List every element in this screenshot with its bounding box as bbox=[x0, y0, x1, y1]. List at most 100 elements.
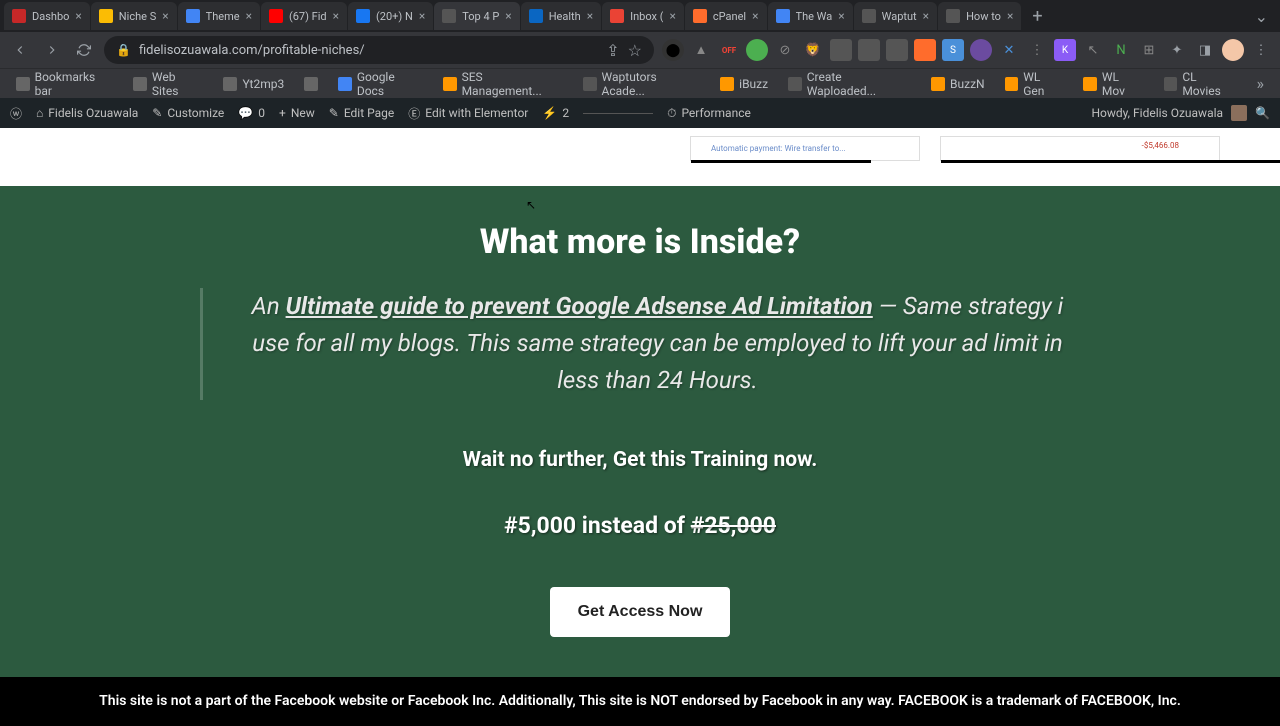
tab-close-icon[interactable]: × bbox=[1007, 9, 1013, 23]
wp-search-icon[interactable]: 🔍 bbox=[1255, 106, 1270, 120]
ext-icon-13[interactable]: ✕ bbox=[998, 39, 1020, 61]
wp-new[interactable]: +New bbox=[279, 106, 315, 120]
ext-icon-2[interactable]: ▲ bbox=[690, 39, 712, 61]
wp-performance[interactable]: ⏱Performance bbox=[667, 106, 751, 121]
get-access-button[interactable]: Get Access Now bbox=[550, 587, 731, 637]
bookmark-item[interactable]: Waptutors Acade... bbox=[575, 67, 708, 101]
wp-search-field[interactable] bbox=[583, 113, 653, 114]
bookmark-favicon bbox=[16, 77, 30, 91]
tab-close-icon[interactable]: × bbox=[162, 9, 168, 23]
bookmark-item[interactable]: Web Sites bbox=[125, 67, 211, 101]
bookmark-label: iBuzz bbox=[739, 77, 768, 91]
extensions-icon[interactable]: ✦ bbox=[1166, 39, 1188, 61]
browser-tab[interactable]: Health× bbox=[521, 2, 601, 30]
wp-admin-bar: ⓦ ⌂Fidelis Ozuawala ✎Customize 💬0 +New ✎… bbox=[0, 98, 1280, 128]
bookmark-item[interactable]: CL Movies bbox=[1156, 67, 1245, 101]
payment-box: Automatic payment: Wire transfer to... 💳 bbox=[690, 136, 920, 161]
tab-title: Waptut bbox=[882, 10, 917, 23]
menu-icon[interactable]: ⋮ bbox=[1250, 39, 1272, 61]
bookmark-label: Waptutors Acade... bbox=[602, 70, 701, 98]
tab-close-icon[interactable]: × bbox=[838, 9, 844, 23]
wp-comments[interactable]: 💬0 bbox=[238, 106, 265, 120]
bookmark-item[interactable]: Google Docs bbox=[330, 67, 431, 101]
bookmark-item[interactable]: Yt2mp3 bbox=[215, 74, 292, 94]
back-button[interactable] bbox=[8, 38, 32, 62]
wp-edit-page[interactable]: ✎Edit Page bbox=[329, 106, 395, 120]
wp-customize[interactable]: ✎Customize bbox=[152, 106, 224, 120]
ext-icon-4[interactable] bbox=[746, 39, 768, 61]
bookmark-label: BuzzN bbox=[950, 77, 985, 91]
wp-logo[interactable]: ⓦ bbox=[10, 105, 22, 122]
new-tab-button[interactable]: + bbox=[1022, 6, 1052, 27]
wp-elementor[interactable]: ⒺEdit with Elementor bbox=[408, 105, 528, 122]
tab-dropdown-icon[interactable]: ⌄ bbox=[1247, 7, 1276, 26]
ext-icon-17[interactable]: N bbox=[1110, 39, 1132, 61]
ext-icon-15[interactable]: K bbox=[1054, 39, 1076, 61]
bookmark-item[interactable]: Bookmarks bar bbox=[8, 67, 121, 101]
tab-close-icon[interactable]: × bbox=[669, 9, 675, 23]
bookmark-item[interactable] bbox=[296, 74, 326, 94]
browser-tab[interactable]: (20+) N× bbox=[348, 2, 433, 30]
tab-close-icon[interactable]: × bbox=[333, 9, 339, 23]
bookmark-item[interactable]: WL Gen bbox=[997, 67, 1072, 101]
bookmark-overflow-icon[interactable]: » bbox=[1249, 74, 1273, 93]
ext-icon-1[interactable]: ⬤ bbox=[662, 39, 684, 61]
ext-icon-18[interactable]: ⊞ bbox=[1138, 39, 1160, 61]
bookmark-item[interactable]: BuzzN bbox=[923, 74, 993, 94]
bookmarks-bar: Bookmarks barWeb SitesYt2mp3 Google Docs S… bbox=[0, 68, 1280, 98]
ext-icon-10[interactable] bbox=[914, 39, 936, 61]
tab-close-icon[interactable]: × bbox=[923, 9, 929, 23]
price-old: #25,000 bbox=[691, 512, 776, 539]
ext-icon-8[interactable] bbox=[858, 39, 880, 61]
wp-cache[interactable]: ⚡2 bbox=[542, 106, 569, 120]
ext-icon-5[interactable]: ⊘ bbox=[774, 39, 796, 61]
home-icon: ⌂ bbox=[36, 106, 43, 120]
profile-avatar[interactable] bbox=[1222, 39, 1244, 61]
browser-tab[interactable]: Niche S× bbox=[91, 2, 177, 30]
browser-tab[interactable]: Theme × bbox=[178, 2, 260, 30]
tab-close-icon[interactable]: × bbox=[75, 9, 81, 23]
ext-icon-12[interactable] bbox=[970, 39, 992, 61]
browser-tab[interactable]: (67) Fid× bbox=[261, 2, 347, 30]
forward-button[interactable] bbox=[40, 38, 64, 62]
tab-close-icon[interactable]: × bbox=[419, 9, 425, 23]
ext-icon-14[interactable]: ⋮ bbox=[1026, 39, 1048, 61]
bookmark-item[interactable]: SES Management... bbox=[435, 67, 571, 101]
bookmark-item[interactable]: Create Waploaded... bbox=[780, 67, 919, 101]
ext-icon-7[interactable] bbox=[830, 39, 852, 61]
wp-avatar[interactable] bbox=[1231, 105, 1247, 121]
tab-title: How to bbox=[966, 10, 1001, 23]
browser-tab[interactable]: Waptut × bbox=[854, 2, 937, 30]
tab-title: Theme bbox=[206, 10, 240, 23]
brush-icon: ✎ bbox=[152, 106, 162, 120]
share-icon[interactable]: ⇪ bbox=[606, 41, 619, 60]
ext-icon-9[interactable] bbox=[886, 39, 908, 61]
star-icon[interactable]: ☆ bbox=[628, 41, 642, 60]
address-bar[interactable]: 🔒 fidelisozuawala.com/profitable-niches/… bbox=[104, 36, 654, 64]
ext-icon-16[interactable]: ↖ bbox=[1082, 39, 1104, 61]
description-link[interactable]: Ultimate guide to prevent Google Adsense… bbox=[286, 292, 873, 320]
tab-close-icon[interactable]: × bbox=[246, 9, 252, 23]
reload-button[interactable] bbox=[72, 38, 96, 62]
sidepanel-icon[interactable]: ◨ bbox=[1194, 39, 1216, 61]
wp-site-name[interactable]: ⌂Fidelis Ozuawala bbox=[36, 106, 138, 120]
browser-tab[interactable]: Inbox (× bbox=[602, 2, 684, 30]
browser-tab[interactable]: Top 4 P× bbox=[434, 2, 519, 30]
browser-tab[interactable]: cPanel× bbox=[685, 2, 767, 30]
browser-tab[interactable]: Dashbo× bbox=[4, 2, 90, 30]
bookmark-item[interactable]: WL Mov bbox=[1075, 67, 1151, 101]
tab-close-icon[interactable]: × bbox=[752, 9, 758, 23]
tab-close-icon[interactable]: × bbox=[505, 9, 511, 23]
ext-icon-off[interactable]: OFF bbox=[718, 39, 740, 61]
wp-howdy-text[interactable]: Howdy, Fidelis Ozuawala bbox=[1091, 106, 1223, 120]
section-heading: What more is Inside? bbox=[60, 222, 1220, 262]
ext-icon-6[interactable]: 🦁 bbox=[802, 39, 824, 61]
browser-tab[interactable]: The Wa× bbox=[768, 2, 853, 30]
ext-icon-11[interactable]: S bbox=[942, 39, 964, 61]
tab-close-icon[interactable]: × bbox=[587, 9, 593, 23]
bookmark-item[interactable]: iBuzz bbox=[712, 74, 776, 94]
description-block: An Ultimate guide to prevent Google Adse… bbox=[200, 288, 1080, 400]
elementor-icon: Ⓔ bbox=[408, 105, 420, 122]
bookmark-label: SES Management... bbox=[462, 70, 563, 98]
browser-tab[interactable]: How to × bbox=[938, 2, 1021, 30]
